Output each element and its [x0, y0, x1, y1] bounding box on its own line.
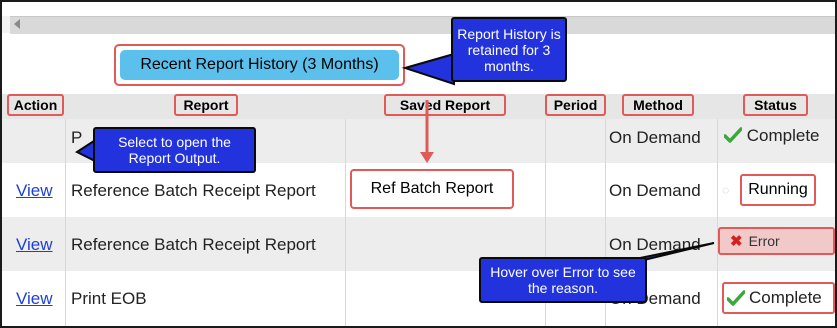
open-output-callout: Select to open the Report Output.	[93, 127, 256, 173]
retention-callout: Report History is retained for 3 months.	[451, 17, 567, 82]
report-history-panel: Recent Report History (3 Months) Action …	[0, 0, 837, 328]
hover-error-callout: Hover over Error to see the reason.	[479, 257, 647, 303]
